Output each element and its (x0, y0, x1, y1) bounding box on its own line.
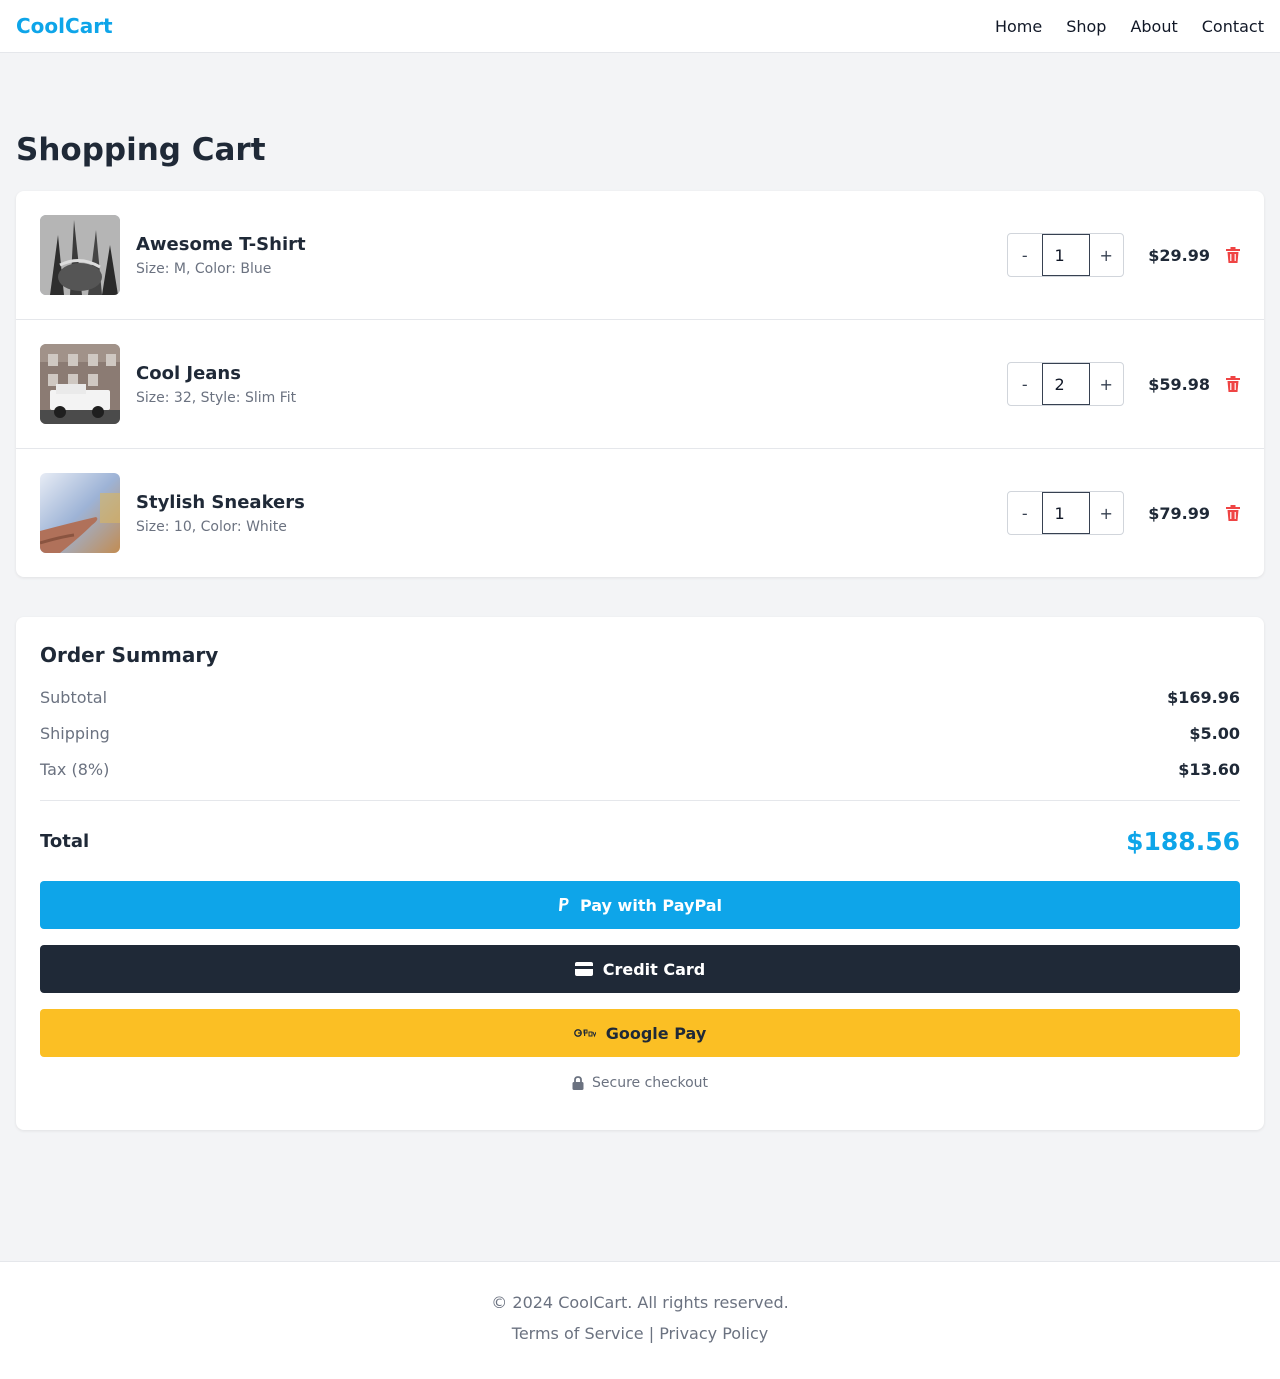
item-desc: Size: 10, Color: White (136, 518, 287, 535)
decrease-qty-button[interactable]: - (1008, 492, 1042, 534)
item-info: Awesome T-Shirt Size: M, Color: Blue (136, 234, 1007, 277)
item-info: Cool Jeans Size: 32, Style: Slim Fit (136, 363, 1007, 406)
nav-shop[interactable]: Shop (1066, 17, 1106, 36)
product-image-hand (40, 473, 120, 553)
item-name: Cool Jeans (136, 362, 241, 384)
item-name: Stylish Sneakers (136, 491, 305, 513)
decrease-qty-button[interactable]: - (1008, 363, 1042, 405)
shipping-row: Shipping $5.00 (40, 715, 1240, 751)
decrease-qty-button[interactable]: - (1008, 234, 1042, 276)
quantity-input[interactable] (1041, 492, 1090, 534)
trash-icon[interactable] (1226, 376, 1240, 392)
product-image-truck (40, 344, 120, 424)
item-desc: Size: 32, Style: Slim Fit (136, 389, 297, 406)
item-price: $29.99 (1148, 245, 1210, 265)
nav-about[interactable]: About (1130, 17, 1177, 36)
cart-list: Awesome T-Shirt Size: M, Color: Blue - +… (16, 191, 1264, 577)
site-footer: © 2024 CoolCart. All rights reserved. Te… (0, 1261, 1280, 1379)
google-pay-icon (573, 1029, 596, 1038)
credit-card-button[interactable]: Credit Card (40, 945, 1240, 993)
shipping-value: $5.00 (1189, 723, 1240, 743)
summary-title: Order Summary (40, 643, 219, 667)
item-price: $59.98 (1148, 374, 1210, 394)
cart-item: Cool Jeans Size: 32, Style: Slim Fit - +… (16, 320, 1264, 449)
tax-label: Tax (8%) (40, 759, 110, 779)
footer-links: Terms of Service | Privacy Policy (0, 1324, 1280, 1343)
quantity-input[interactable] (1041, 234, 1090, 276)
trash-icon[interactable] (1226, 247, 1240, 263)
product-image-cactus (40, 215, 120, 295)
cart-item: Stylish Sneakers Size: 10, Color: White … (16, 449, 1264, 577)
secure-checkout-label: Secure checkout (592, 1075, 708, 1091)
order-summary: Order Summary Subtotal $169.96 Shipping … (16, 617, 1264, 1130)
footer-separator: | (648, 1324, 655, 1343)
increase-qty-button[interactable]: + (1090, 363, 1124, 405)
paypal-label: Pay with PayPal (579, 895, 723, 915)
site-header: CoolCart Home Shop About Contact (0, 0, 1280, 53)
lock-icon (572, 1076, 584, 1090)
terms-link[interactable]: Terms of Service (512, 1324, 644, 1343)
privacy-link[interactable]: Privacy Policy (659, 1324, 768, 1343)
shipping-label: Shipping (40, 723, 110, 743)
tax-row: Tax (8%) $13.60 (40, 751, 1240, 787)
google-pay-label: Google Pay (605, 1023, 707, 1043)
paypal-button[interactable]: Pay with PayPal (40, 881, 1240, 929)
credit-card-label: Credit Card (602, 959, 706, 979)
total-row: Total $188.56 (40, 801, 1240, 881)
main-nav: Home Shop About Contact (995, 17, 1264, 36)
google-pay-button[interactable]: Google Pay (40, 1009, 1240, 1057)
brand-logo[interactable]: CoolCart (16, 14, 113, 38)
subtotal-label: Subtotal (40, 687, 108, 707)
copyright: © 2024 CoolCart. All rights reserved. (491, 1293, 789, 1312)
trash-icon[interactable] (1226, 505, 1240, 521)
subtotal-row: Subtotal $169.96 (40, 679, 1240, 715)
item-name: Awesome T-Shirt (136, 233, 306, 255)
paypal-icon (558, 898, 569, 911)
tax-value: $13.60 (1178, 759, 1240, 779)
item-desc: Size: M, Color: Blue (136, 260, 272, 277)
quantity-stepper: - + (1007, 233, 1124, 277)
quantity-stepper: - + (1007, 491, 1124, 535)
secure-checkout: Secure checkout (40, 1075, 1240, 1091)
page-title: Shopping Cart (16, 132, 266, 168)
subtotal-value: $169.96 (1167, 687, 1240, 707)
quantity-stepper: - + (1007, 362, 1124, 406)
increase-qty-button[interactable]: + (1090, 234, 1124, 276)
quantity-input[interactable] (1041, 363, 1090, 405)
main-content: Shopping Cart Awesome T-Shirt Size: M, C… (0, 133, 1280, 1130)
nav-home[interactable]: Home (995, 17, 1042, 36)
item-info: Stylish Sneakers Size: 10, Color: White (136, 492, 1007, 535)
nav-contact[interactable]: Contact (1202, 17, 1264, 36)
total-value: $188.56 (1126, 826, 1240, 856)
cart-item: Awesome T-Shirt Size: M, Color: Blue - +… (16, 191, 1264, 320)
increase-qty-button[interactable]: + (1090, 492, 1124, 534)
credit-card-icon (574, 962, 593, 976)
total-label: Total (40, 830, 90, 852)
item-price: $79.99 (1148, 503, 1210, 523)
